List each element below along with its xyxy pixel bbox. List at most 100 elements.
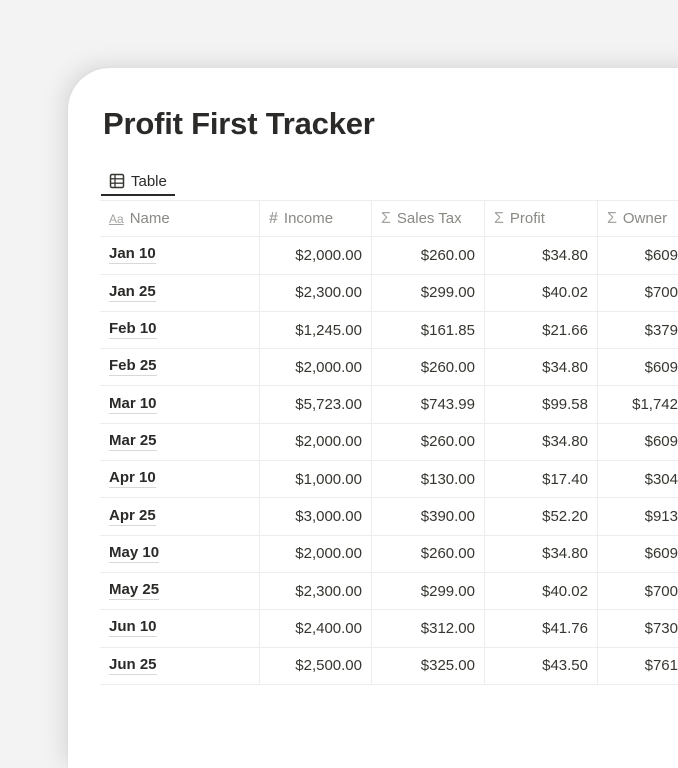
cell-profit[interactable]: $34.80 (485, 237, 598, 274)
cell-profit[interactable]: $52.20 (485, 498, 598, 535)
row-title-link[interactable]: Mar 25 (109, 432, 157, 451)
owner-value: $913 (644, 508, 678, 526)
owner-value: $609 (644, 246, 678, 264)
cell-profit[interactable]: $21.66 (485, 311, 598, 349)
cell-income[interactable]: $2,500.00 (260, 647, 372, 684)
cell-owner[interactable]: $761 (598, 648, 678, 684)
cell-sales-tax[interactable]: $312.00 (372, 610, 485, 647)
table-row[interactable]: Jan 25 $2,300.00 $299.00 $40.02 $700 (100, 274, 678, 312)
row-title-link[interactable]: Apr 25 (109, 507, 156, 526)
cell-income[interactable]: $3,000.00 (260, 498, 372, 535)
cell-sales-tax[interactable]: $260.00 (372, 349, 485, 386)
tab-table-view[interactable]: Table (101, 164, 175, 196)
formula-property-icon: Σ (607, 209, 617, 227)
profit-value: $99.58 (542, 396, 588, 414)
row-title-link[interactable]: Jun 25 (109, 656, 157, 675)
cell-profit[interactable]: $34.80 (485, 349, 598, 386)
cell-profit[interactable]: $17.40 (485, 461, 598, 498)
row-title-link[interactable]: Apr 10 (109, 470, 156, 489)
cell-profit[interactable]: $34.80 (485, 423, 598, 461)
column-header-income[interactable]: # Income (260, 201, 372, 237)
column-header-profit[interactable]: Σ Profit (485, 201, 598, 237)
cell-owner[interactable]: $379 (598, 312, 678, 348)
cell-sales-tax[interactable]: $390.00 (372, 498, 485, 535)
cell-sales-tax[interactable]: $260.00 (372, 237, 485, 274)
column-header-sales-tax[interactable]: Σ Sales Tax (372, 201, 485, 237)
cell-name[interactable]: Jan 10 (100, 237, 260, 274)
sales-tax-value: $743.99 (420, 396, 475, 414)
cell-sales-tax[interactable]: $299.00 (372, 572, 485, 610)
cell-income[interactable]: $2,300.00 (260, 572, 372, 610)
cell-name[interactable]: May 25 (100, 572, 260, 610)
row-title-link[interactable]: Jan 25 (109, 283, 156, 302)
cell-name[interactable]: Apr 10 (100, 461, 260, 498)
cell-profit[interactable]: $34.80 (485, 535, 598, 572)
cell-owner[interactable]: $609 (598, 424, 678, 460)
cell-income[interactable]: $2,000.00 (260, 349, 372, 386)
text-property-icon: Aa (109, 211, 124, 226)
table-row[interactable]: Apr 25 $3,000.00 $390.00 $52.20 $913 (100, 498, 678, 536)
cell-income[interactable]: $2,000.00 (260, 423, 372, 461)
table-row[interactable]: Jan 10 $2,000.00 $260.00 $34.80 $609 (100, 237, 678, 275)
row-title-link[interactable]: May 10 (109, 544, 160, 563)
cell-income[interactable]: $2,400.00 (260, 610, 372, 647)
sales-tax-value: $161.85 (420, 321, 475, 339)
cell-owner[interactable]: $1,742 (598, 386, 678, 422)
cell-profit[interactable]: $99.58 (485, 386, 598, 423)
cell-name[interactable]: Apr 25 (100, 498, 260, 535)
cell-income[interactable]: $5,723.00 (260, 386, 372, 423)
cell-name[interactable]: Mar 10 (100, 386, 260, 423)
cell-sales-tax[interactable]: $260.00 (372, 535, 485, 572)
cell-owner[interactable]: $609 (598, 237, 678, 273)
cell-owner[interactable]: $609 (598, 349, 678, 385)
table-row[interactable]: Jun 25 $2,500.00 $325.00 $43.50 $761 (100, 647, 678, 685)
cell-sales-tax[interactable]: $161.85 (372, 311, 485, 349)
cell-sales-tax[interactable]: $260.00 (372, 423, 485, 461)
income-value: $2,000.00 (295, 545, 362, 563)
cell-owner[interactable]: $700 (598, 275, 678, 311)
cell-owner[interactable]: $913 (598, 498, 678, 534)
cell-income[interactable]: $2,000.00 (260, 535, 372, 572)
owner-value: $700 (644, 582, 678, 600)
table-row[interactable]: Mar 10 $5,723.00 $743.99 $99.58 $1,742 (100, 386, 678, 424)
table-row[interactable]: Apr 10 $1,000.00 $130.00 $17.40 $304 (100, 461, 678, 499)
cell-name[interactable]: Jun 25 (100, 647, 260, 684)
cell-profit[interactable]: $40.02 (485, 572, 598, 610)
cell-name[interactable]: Feb 10 (100, 311, 260, 349)
cell-profit[interactable]: $43.50 (485, 647, 598, 684)
cell-sales-tax[interactable]: $325.00 (372, 647, 485, 684)
cell-sales-tax[interactable]: $130.00 (372, 461, 485, 498)
table-row[interactable]: May 10 $2,000.00 $260.00 $34.80 $609 (100, 535, 678, 573)
table-row[interactable]: Jun 10 $2,400.00 $312.00 $41.76 $730 (100, 610, 678, 648)
row-title-link[interactable]: May 25 (109, 582, 160, 601)
table-row[interactable]: Feb 25 $2,000.00 $260.00 $34.80 $609 (100, 349, 678, 387)
cell-owner[interactable]: $700 (598, 573, 678, 609)
cell-owner[interactable]: $304 (598, 461, 678, 497)
cell-name[interactable]: May 10 (100, 535, 260, 572)
row-title-link[interactable]: Feb 10 (109, 321, 157, 340)
cell-owner[interactable]: $730 (598, 610, 678, 646)
row-title-link[interactable]: Mar 10 (109, 395, 157, 414)
cell-sales-tax[interactable]: $299.00 (372, 274, 485, 311)
column-header-owner[interactable]: Σ Owner (598, 201, 678, 236)
cell-profit[interactable]: $41.76 (485, 610, 598, 647)
column-header-name[interactable]: Aa Name (100, 201, 260, 237)
table-row[interactable]: Feb 10 $1,245.00 $161.85 $21.66 $379 (100, 311, 678, 350)
cell-name[interactable]: Feb 25 (100, 349, 260, 386)
cell-name[interactable]: Mar 25 (100, 423, 260, 461)
cell-income[interactable]: $2,300.00 (260, 274, 372, 311)
table-row[interactable]: Mar 25 $2,000.00 $260.00 $34.80 $609 (100, 423, 678, 462)
table-row[interactable]: May 25 $2,300.00 $299.00 $40.02 $700 (100, 572, 678, 611)
cell-profit[interactable]: $40.02 (485, 274, 598, 311)
cell-income[interactable]: $1,245.00 (260, 311, 372, 349)
profit-value: $21.66 (542, 321, 588, 339)
cell-sales-tax[interactable]: $743.99 (372, 386, 485, 423)
cell-name[interactable]: Jan 25 (100, 274, 260, 311)
cell-income[interactable]: $2,000.00 (260, 237, 372, 274)
row-title-link[interactable]: Jan 10 (109, 246, 156, 265)
row-title-link[interactable]: Jun 10 (109, 619, 157, 638)
cell-name[interactable]: Jun 10 (100, 610, 260, 647)
cell-income[interactable]: $1,000.00 (260, 461, 372, 498)
row-title-link[interactable]: Feb 25 (109, 358, 157, 377)
cell-owner[interactable]: $609 (598, 536, 678, 572)
